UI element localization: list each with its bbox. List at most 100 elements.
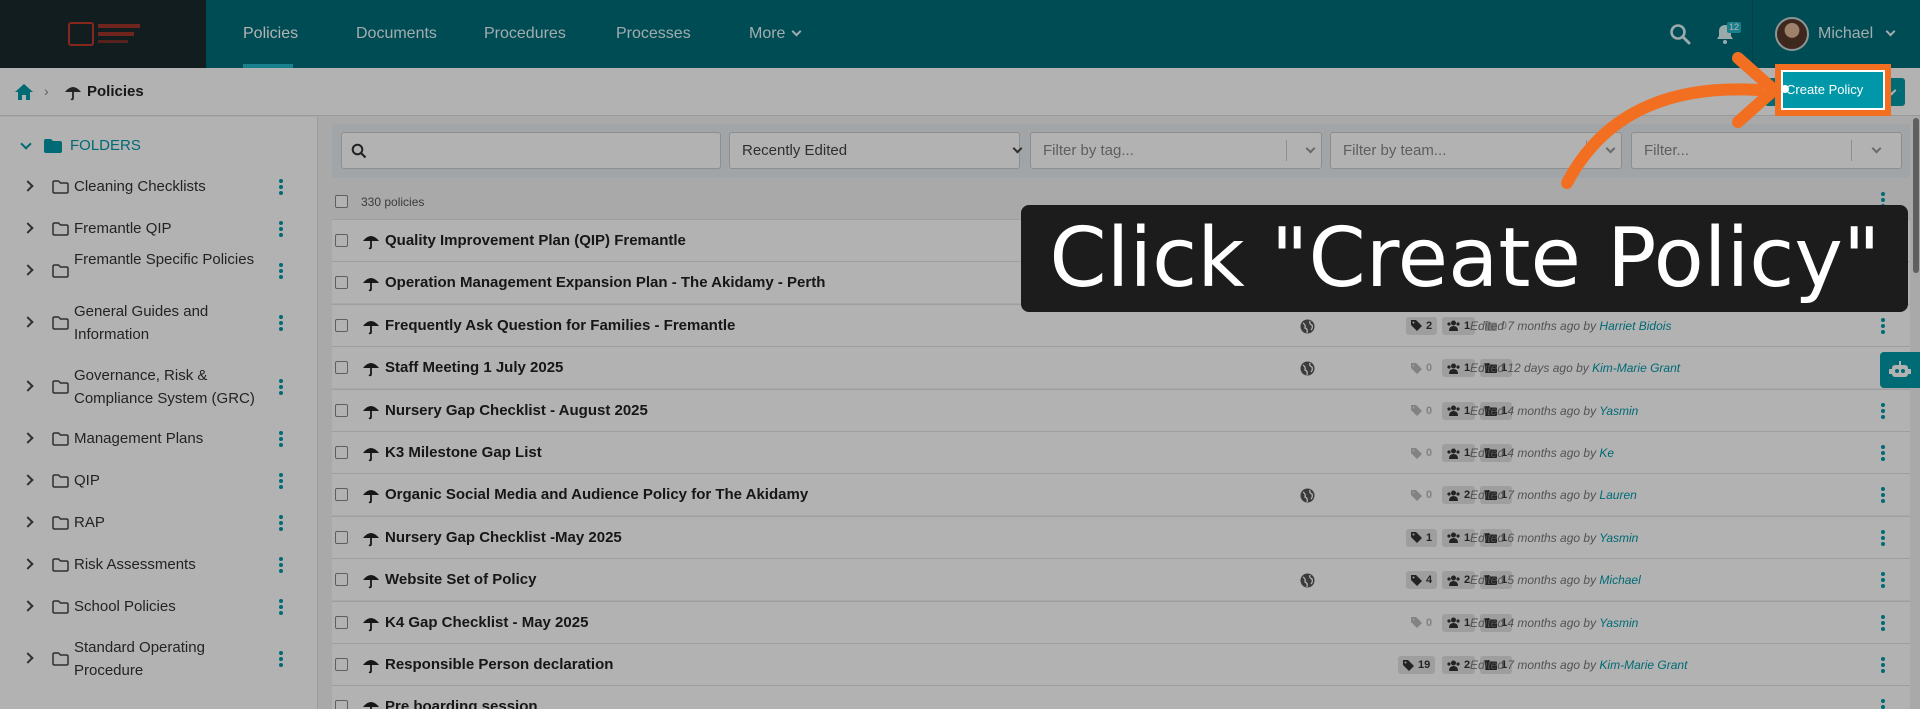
row-checkbox[interactable] <box>335 446 348 459</box>
sort-select[interactable]: Recently Edited <box>729 132 1023 169</box>
row-checkbox[interactable] <box>335 234 348 247</box>
row-options-icon[interactable] <box>1881 699 1885 709</box>
row-checkbox[interactable] <box>335 573 348 587</box>
policy-title[interactable]: K4 Gap Checklist - May 2025 <box>385 602 588 644</box>
chevron-right-icon[interactable] <box>22 432 34 444</box>
folder-options-icon[interactable] <box>279 221 283 237</box>
row-checkbox[interactable] <box>335 276 348 290</box>
search-icon[interactable] <box>1668 22 1692 46</box>
row-checkbox[interactable] <box>335 700 348 709</box>
sidebar-item[interactable]: Governance, Risk & Compliance System (GR… <box>0 364 318 410</box>
table-row[interactable]: Staff Meeting 1 July 2025 0 1 1 Edited 12 da… <box>332 346 1910 389</box>
table-row[interactable]: Responsible Person declaration 19 2 1 Edited… <box>332 643 1910 685</box>
row-options-icon[interactable] <box>1881 445 1885 461</box>
folder-options-icon[interactable] <box>279 263 283 279</box>
row-checkbox[interactable] <box>335 318 348 332</box>
chevron-right-icon[interactable] <box>22 380 34 392</box>
chevron-right-icon[interactable] <box>22 652 34 664</box>
search-input[interactable] <box>341 132 721 169</box>
row-options-icon[interactable] <box>1881 657 1885 673</box>
sidebar-item[interactable]: Fremantle Specific Policies <box>0 248 318 294</box>
sidebar-item[interactable]: Standard Operating Procedure <box>0 636 318 682</box>
editor-link[interactable]: Harriet Bidois <box>1599 319 1671 333</box>
select-all-checkbox[interactable] <box>335 195 348 208</box>
folder-options-icon[interactable] <box>279 515 283 531</box>
folder-options-icon[interactable] <box>279 651 283 667</box>
editor-link[interactable]: Kim-Marie Grant <box>1599 658 1687 672</box>
editor-link[interactable]: Yasmin <box>1599 616 1638 630</box>
row-checkbox[interactable] <box>335 658 348 671</box>
editor-link[interactable]: Ke <box>1599 446 1614 460</box>
policy-title[interactable]: Nursery Gap Checklist -May 2025 <box>385 517 622 559</box>
table-row[interactable]: Website Set of Policy 4 2 1 Edited 5 months … <box>332 558 1910 601</box>
policy-title[interactable]: Quality Improvement Plan (QIP) Fremantle <box>385 220 686 262</box>
avatar[interactable] <box>1775 17 1809 51</box>
editor-link[interactable]: Michael <box>1599 573 1640 587</box>
row-options-icon[interactable] <box>1881 402 1885 419</box>
row-options-icon[interactable] <box>1881 317 1885 334</box>
sidebar-item[interactable]: Cleaning Checklists <box>0 175 318 199</box>
policy-title[interactable]: Operation Management Expansion Plan - Th… <box>385 262 825 304</box>
row-checkbox[interactable] <box>335 403 348 417</box>
policy-title[interactable]: Website Set of Policy <box>385 559 536 601</box>
folders-header[interactable]: FOLDERS <box>18 137 141 154</box>
user-menu[interactable]: Michael <box>1818 0 1896 68</box>
row-options-icon[interactable] <box>1881 572 1885 589</box>
folder-options-icon[interactable] <box>279 557 283 573</box>
nav-policies[interactable]: Policies <box>243 0 298 68</box>
editor-link[interactable]: Yasmin <box>1599 404 1638 418</box>
chevron-right-icon[interactable] <box>22 180 34 192</box>
nav-processes[interactable]: Processes <box>616 0 691 68</box>
folder-options-icon[interactable] <box>279 473 283 489</box>
other-filter[interactable]: Filter... <box>1631 132 1902 169</box>
nav-procedures[interactable]: Procedures <box>484 0 566 68</box>
policy-title[interactable]: Frequently Ask Question for Families - F… <box>385 305 735 347</box>
policy-title[interactable]: Nursery Gap Checklist - August 2025 <box>385 390 648 432</box>
row-checkbox[interactable] <box>335 361 348 375</box>
folder-options-icon[interactable] <box>279 315 283 331</box>
chevron-right-icon[interactable] <box>22 474 34 486</box>
row-options-icon[interactable] <box>1881 614 1885 631</box>
table-row[interactable]: Nursery Gap Checklist -May 2025 1 1 1 Edited… <box>332 515 1910 559</box>
sidebar-item[interactable]: School Policies <box>0 595 318 619</box>
tag-filter[interactable]: Filter by tag... <box>1030 132 1322 169</box>
chevron-right-icon[interactable] <box>22 558 34 570</box>
team-filter[interactable]: Filter by team... <box>1330 132 1622 169</box>
sidebar-item[interactable]: Risk Assessments <box>0 553 318 577</box>
row-options-icon[interactable] <box>1881 529 1885 546</box>
row-checkbox[interactable] <box>335 615 348 629</box>
folder-options-icon[interactable] <box>279 599 283 615</box>
policy-title[interactable]: Responsible Person declaration <box>385 644 613 686</box>
table-row[interactable]: K4 Gap Checklist - May 2025 0 1 1 Edited 4 m… <box>332 600 1910 644</box>
row-options-icon[interactable] <box>1881 487 1885 504</box>
chevron-right-icon[interactable] <box>22 264 34 276</box>
policy-title[interactable]: K3 Milestone Gap List <box>385 432 542 474</box>
editor-link[interactable]: Yasmin <box>1599 531 1638 545</box>
chevron-right-icon[interactable] <box>22 316 34 328</box>
company-logo[interactable] <box>0 0 206 68</box>
sidebar-item[interactable]: Management Plans <box>0 427 318 451</box>
table-row[interactable]: K3 Milestone Gap List 0 1 1 Edited 4 months … <box>332 431 1910 473</box>
row-checkbox[interactable] <box>335 488 348 502</box>
policy-title[interactable]: Pre boarding session <box>385 686 538 709</box>
nav-more[interactable]: More <box>749 0 802 68</box>
sidebar-item[interactable]: General Guides and Information <box>0 300 318 346</box>
table-row[interactable]: Organic Social Media and Audience Policy… <box>332 473 1910 516</box>
chevron-right-icon[interactable] <box>22 222 34 234</box>
editor-link[interactable]: Lauren <box>1599 488 1636 502</box>
chevron-right-icon[interactable] <box>22 516 34 528</box>
sidebar-item[interactable]: QIP <box>0 469 318 493</box>
table-row[interactable]: Nursery Gap Checklist - August 2025 0 1 1 Ed… <box>332 388 1910 432</box>
nav-documents[interactable]: Documents <box>356 0 437 68</box>
scrollbar[interactable] <box>1913 118 1919 273</box>
row-checkbox[interactable] <box>335 530 348 544</box>
folder-options-icon[interactable] <box>279 179 283 195</box>
sidebar-item[interactable]: Fremantle QIP <box>0 217 318 241</box>
assistant-robot-icon[interactable] <box>1880 352 1920 388</box>
policy-title[interactable]: Organic Social Media and Audience Policy… <box>385 474 808 516</box>
policy-title[interactable]: Staff Meeting 1 July 2025 <box>385 347 563 389</box>
editor-link[interactable]: Kim-Marie Grant <box>1592 361 1680 375</box>
folder-options-icon[interactable] <box>279 379 283 395</box>
home-icon[interactable] <box>14 83 34 101</box>
table-row[interactable]: Pre boarding session <box>332 685 1910 709</box>
